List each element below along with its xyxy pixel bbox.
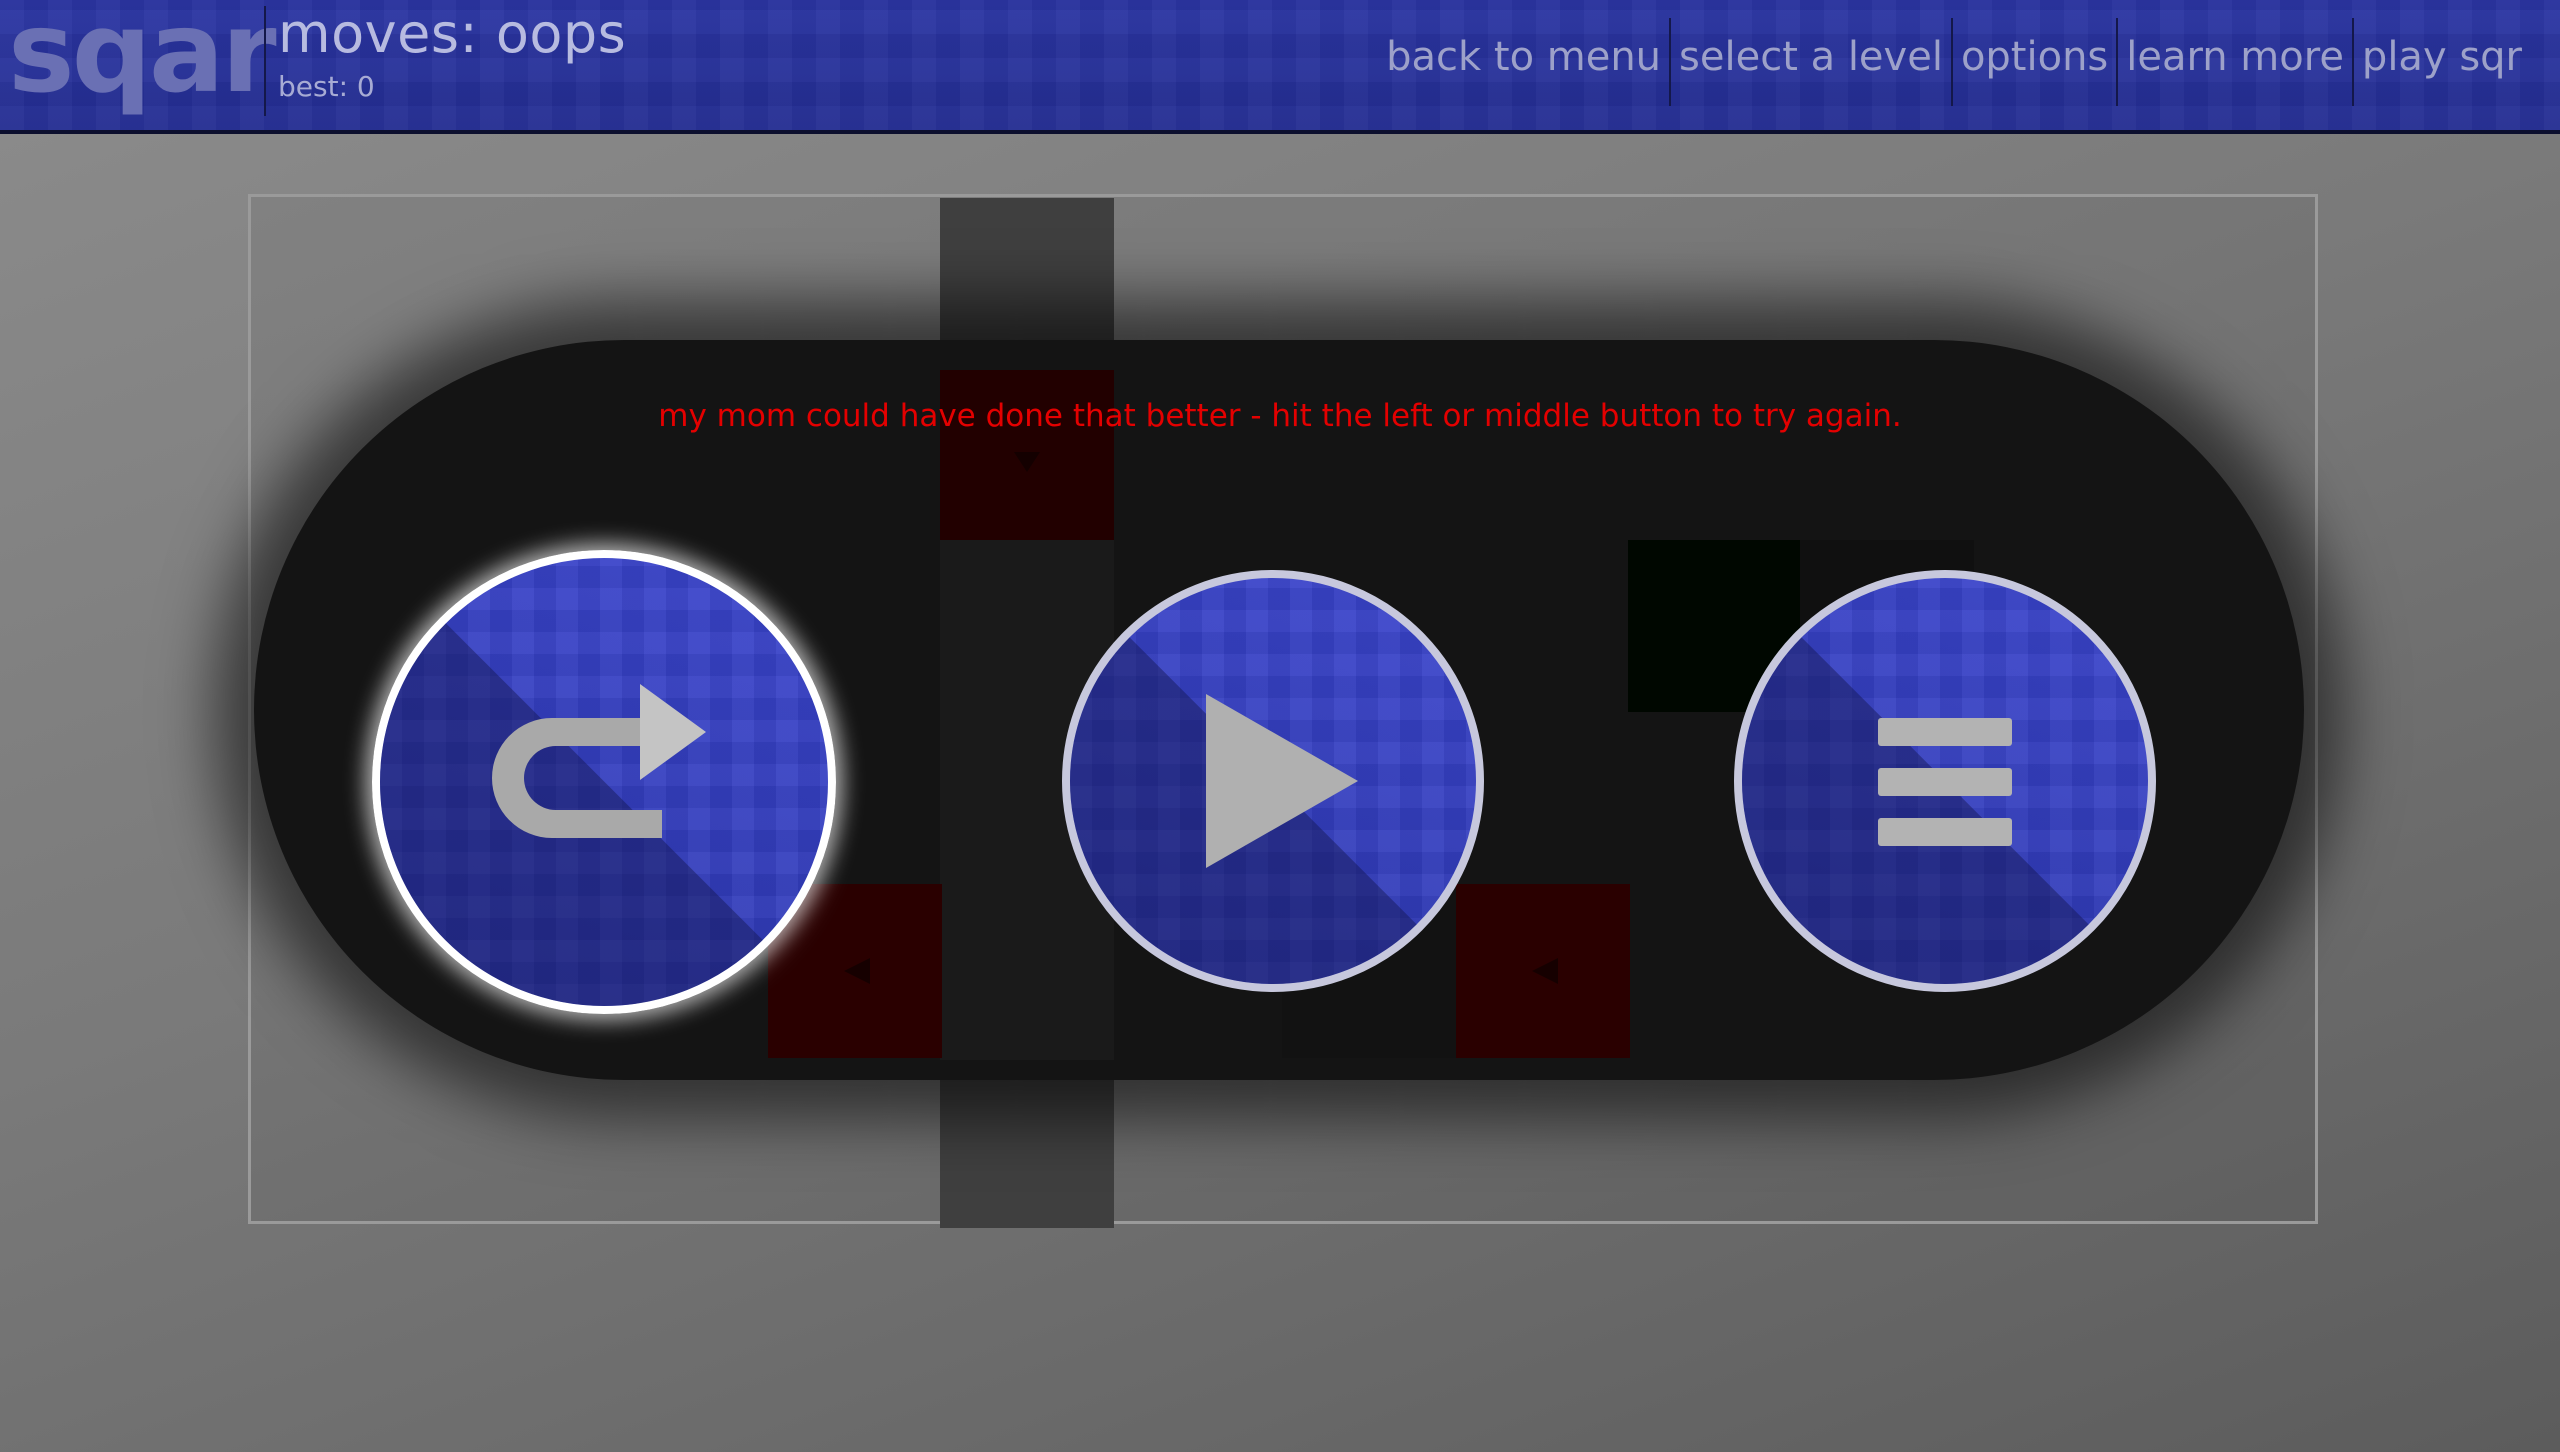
arrow-down-icon xyxy=(1014,452,1040,472)
app-logo: sqar xyxy=(8,0,277,118)
top-bar: sqar moves: oops best: 0 back to menu se… xyxy=(0,0,2560,134)
moves-counter: moves: oops xyxy=(278,2,627,65)
nav-back-to-menu[interactable]: back to menu xyxy=(1378,22,1669,102)
result-message: my mom could have done that better - hit… xyxy=(658,398,1902,434)
header-divider xyxy=(264,6,266,116)
nav-options[interactable]: options xyxy=(1953,22,2116,102)
arrow-left-icon xyxy=(1532,958,1558,984)
play-button[interactable] xyxy=(1062,570,1484,992)
board-tile-red xyxy=(1456,884,1630,1058)
retry-button[interactable] xyxy=(372,550,836,1014)
redo-arrow-icon xyxy=(492,684,706,838)
nav-play-sqr[interactable]: play sqr xyxy=(2354,22,2530,102)
board-tile-red xyxy=(940,370,1114,540)
hamburger-menu-icon xyxy=(1878,718,2012,846)
nav-select-level[interactable]: select a level xyxy=(1671,22,1951,102)
best-score: best: 0 xyxy=(278,70,375,103)
top-nav: back to menu select a level options lear… xyxy=(1378,18,2530,106)
nav-learn-more[interactable]: learn more xyxy=(2118,22,2352,102)
menu-button[interactable] xyxy=(1734,570,2156,992)
play-icon xyxy=(1206,694,1358,868)
